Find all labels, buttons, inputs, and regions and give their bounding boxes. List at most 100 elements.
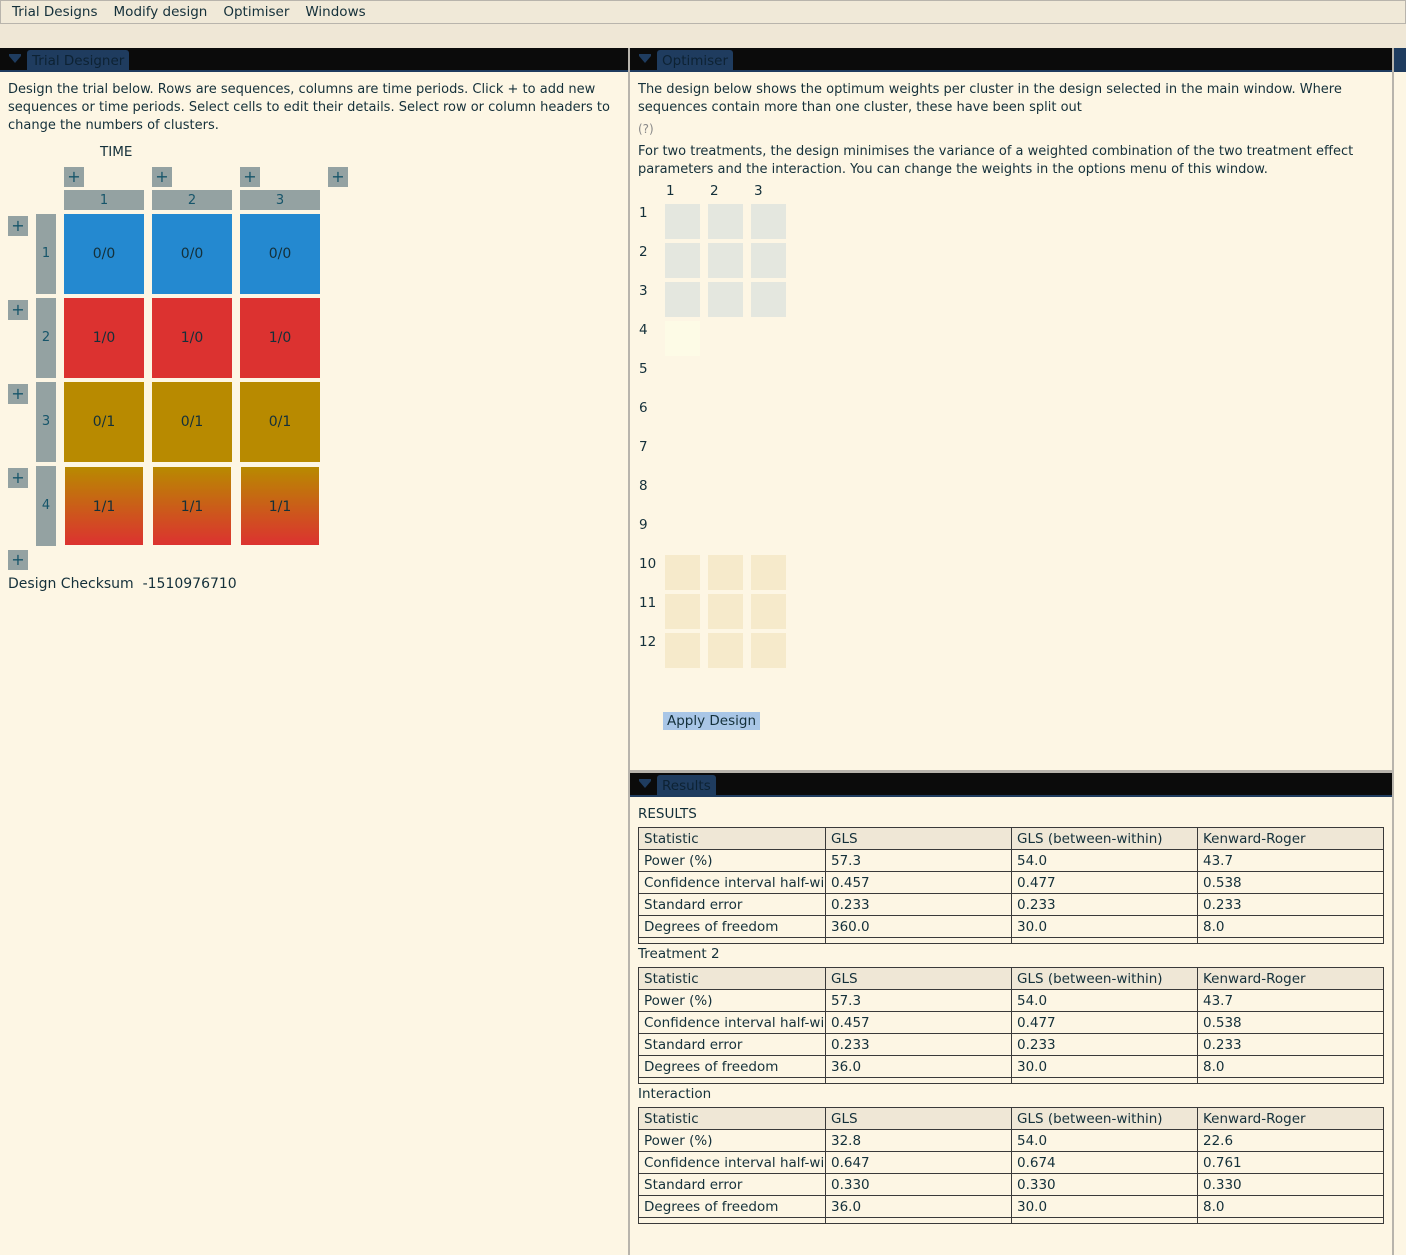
- table-row: Power (%) 57.3 54.0 43.7: [638, 849, 1384, 872]
- menu-optimiser[interactable]: Optimiser: [223, 4, 289, 20]
- row-header[interactable]: 1: [36, 214, 56, 294]
- tab-trial-designer[interactable]: Trial Designer: [27, 50, 130, 72]
- design-cell[interactable]: 0/0: [152, 214, 232, 294]
- table-cell: Confidence interval half-width: [638, 871, 826, 894]
- column-header: GLS (between-within): [1011, 967, 1198, 990]
- tab-results[interactable]: Results: [657, 775, 716, 797]
- optimiser-note: For two treatments, the design minimises…: [638, 144, 1354, 177]
- table-row: Confidence interval half-width0.6470.674…: [638, 1151, 1384, 1174]
- menu-windows[interactable]: Windows: [305, 4, 365, 20]
- add-time-period-button[interactable]: +: [64, 167, 84, 187]
- table-cell: Confidence interval half-width: [638, 1151, 826, 1174]
- results-section-title: RESULTS: [638, 806, 697, 822]
- table-cell: 360.0: [825, 915, 1012, 938]
- menu-modify-design[interactable]: Modify design: [114, 4, 208, 20]
- design-cell[interactable]: 0/1: [152, 382, 232, 462]
- add-time-period-button[interactable]: +: [240, 167, 260, 187]
- table-cell: [1011, 1077, 1198, 1084]
- results-section-title: Treatment 2: [638, 946, 720, 962]
- weight-cell[interactable]: [665, 555, 700, 590]
- add-sequence-button[interactable]: +: [8, 468, 28, 488]
- collapse-icon[interactable]: [9, 54, 21, 63]
- help-link[interactable]: (?): [638, 122, 654, 136]
- design-cell[interactable]: 1/0: [64, 298, 144, 378]
- design-cell[interactable]: 0/0: [240, 214, 320, 294]
- optimiser-row-label: 4: [639, 322, 648, 338]
- weight-cell[interactable]: [665, 321, 700, 356]
- column-header[interactable]: 2: [152, 190, 232, 210]
- add-time-period-button[interactable]: +: [152, 167, 172, 187]
- weight-cell[interactable]: [751, 594, 786, 629]
- menu-trial-designs[interactable]: Trial Designs: [12, 4, 98, 20]
- table-cell: 0.233: [1011, 893, 1198, 916]
- table-cell: 8.0: [1197, 1195, 1384, 1218]
- row-header[interactable]: 4: [36, 466, 56, 546]
- optimiser-row-label: 12: [639, 634, 657, 650]
- weight-cell[interactable]: [665, 633, 700, 668]
- design-cell[interactable]: 1/1: [65, 467, 143, 545]
- row-header[interactable]: 2: [36, 298, 56, 378]
- weight-cell[interactable]: [708, 594, 743, 629]
- design-cell[interactable]: 1/1: [153, 467, 231, 545]
- weight-cell[interactable]: [751, 633, 786, 668]
- weight-cell[interactable]: [708, 204, 743, 239]
- column-header[interactable]: 3: [240, 190, 320, 210]
- table-cell: 54.0: [1011, 989, 1198, 1012]
- table-cell: 0.233: [825, 1033, 1012, 1056]
- table-cell: Standard error: [638, 1033, 826, 1056]
- add-sequence-button[interactable]: +: [8, 550, 28, 570]
- design-cell[interactable]: 1/0: [240, 298, 320, 378]
- table-header-row: Statistic GLS GLS (between-within) Kenward-…: [638, 827, 1384, 850]
- column-header: GLS: [825, 827, 1012, 850]
- apply-design-button[interactable]: Apply Design: [663, 712, 761, 730]
- table-cell: 0.647: [825, 1151, 1012, 1174]
- row-header[interactable]: 3: [36, 382, 56, 462]
- design-cell[interactable]: 0/0: [64, 214, 144, 294]
- design-cell[interactable]: 1/1: [241, 467, 319, 545]
- tab-optimiser[interactable]: Optimiser: [657, 50, 734, 72]
- table-cell: 54.0: [1011, 1129, 1198, 1152]
- table-header-row: Statistic GLS GLS (between-within) Kenward-…: [638, 1107, 1384, 1130]
- table-cell: Power (%): [638, 849, 826, 872]
- optimiser-row-label: 6: [639, 400, 648, 416]
- column-header[interactable]: 1: [64, 190, 144, 210]
- panel-divider[interactable]: [1392, 48, 1394, 1255]
- table-cell: Standard error: [638, 1173, 826, 1196]
- table-cell: 22.6: [1197, 1129, 1384, 1152]
- table-cell: 0.233: [1197, 1033, 1384, 1056]
- table-cell: [825, 1077, 1012, 1084]
- table-cell: 54.0: [1011, 849, 1198, 872]
- add-sequence-button[interactable]: +: [8, 384, 28, 404]
- weight-cell[interactable]: [665, 243, 700, 278]
- table-cell: Degrees of freedom: [638, 1055, 826, 1078]
- add-time-period-button[interactable]: +: [328, 167, 348, 187]
- weight-cell[interactable]: [665, 282, 700, 317]
- weight-cell[interactable]: [751, 243, 786, 278]
- table-cell: Confidence interval half-width: [638, 1011, 826, 1034]
- time-label: TIME: [100, 144, 133, 160]
- table-cell: 8.0: [1197, 1055, 1384, 1078]
- weight-cell[interactable]: [751, 555, 786, 590]
- weight-cell[interactable]: [665, 204, 700, 239]
- weight-cell[interactable]: [708, 282, 743, 317]
- weight-cell[interactable]: [708, 633, 743, 668]
- design-checksum: Design Checksum -1510976710: [8, 576, 237, 592]
- collapse-icon[interactable]: [639, 779, 651, 788]
- add-sequence-button[interactable]: +: [8, 216, 28, 236]
- add-sequence-button[interactable]: +: [8, 300, 28, 320]
- checksum-value: -1510976710: [142, 576, 237, 592]
- weight-cell[interactable]: [751, 282, 786, 317]
- menu-bar: Trial Designs Modify design Optimiser Wi…: [0, 0, 1406, 24]
- table-row: Confidence interval half-width0.4570.477…: [638, 1011, 1384, 1034]
- side-panel-tab[interactable]: [1394, 48, 1406, 72]
- design-cell[interactable]: 1/0: [152, 298, 232, 378]
- table-cell: 30.0: [1011, 915, 1198, 938]
- table-cell: [1197, 1217, 1384, 1224]
- weight-cell[interactable]: [751, 204, 786, 239]
- weight-cell[interactable]: [708, 555, 743, 590]
- weight-cell[interactable]: [708, 243, 743, 278]
- weight-cell[interactable]: [665, 594, 700, 629]
- design-cell[interactable]: 0/1: [240, 382, 320, 462]
- collapse-icon[interactable]: [639, 54, 651, 63]
- design-cell[interactable]: 0/1: [64, 382, 144, 462]
